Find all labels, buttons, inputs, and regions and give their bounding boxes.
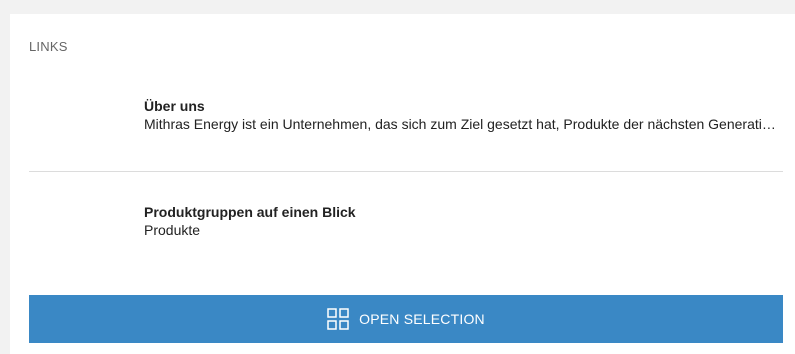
link-description: Produkte [144,222,201,238]
open-selection-button[interactable]: OPEN SELECTION [29,295,783,343]
links-panel: LINKS Über uns Mithras Energy ist ein Un… [10,14,795,354]
link-item-ueber-uns[interactable]: Über uns Mithras Energy ist ein Unterneh… [10,98,795,162]
link-description: Mithras Energy ist ein Unternehmen, das … [144,116,778,132]
divider [29,171,783,172]
section-title: LINKS [29,39,68,54]
grid-icon [327,308,349,330]
link-item-produktgruppen[interactable]: Produktgruppen auf einen Blick Produkte [10,204,795,264]
open-selection-label: OPEN SELECTION [359,311,485,327]
link-title: Über uns [144,98,205,114]
link-title: Produktgruppen auf einen Blick [144,204,356,220]
